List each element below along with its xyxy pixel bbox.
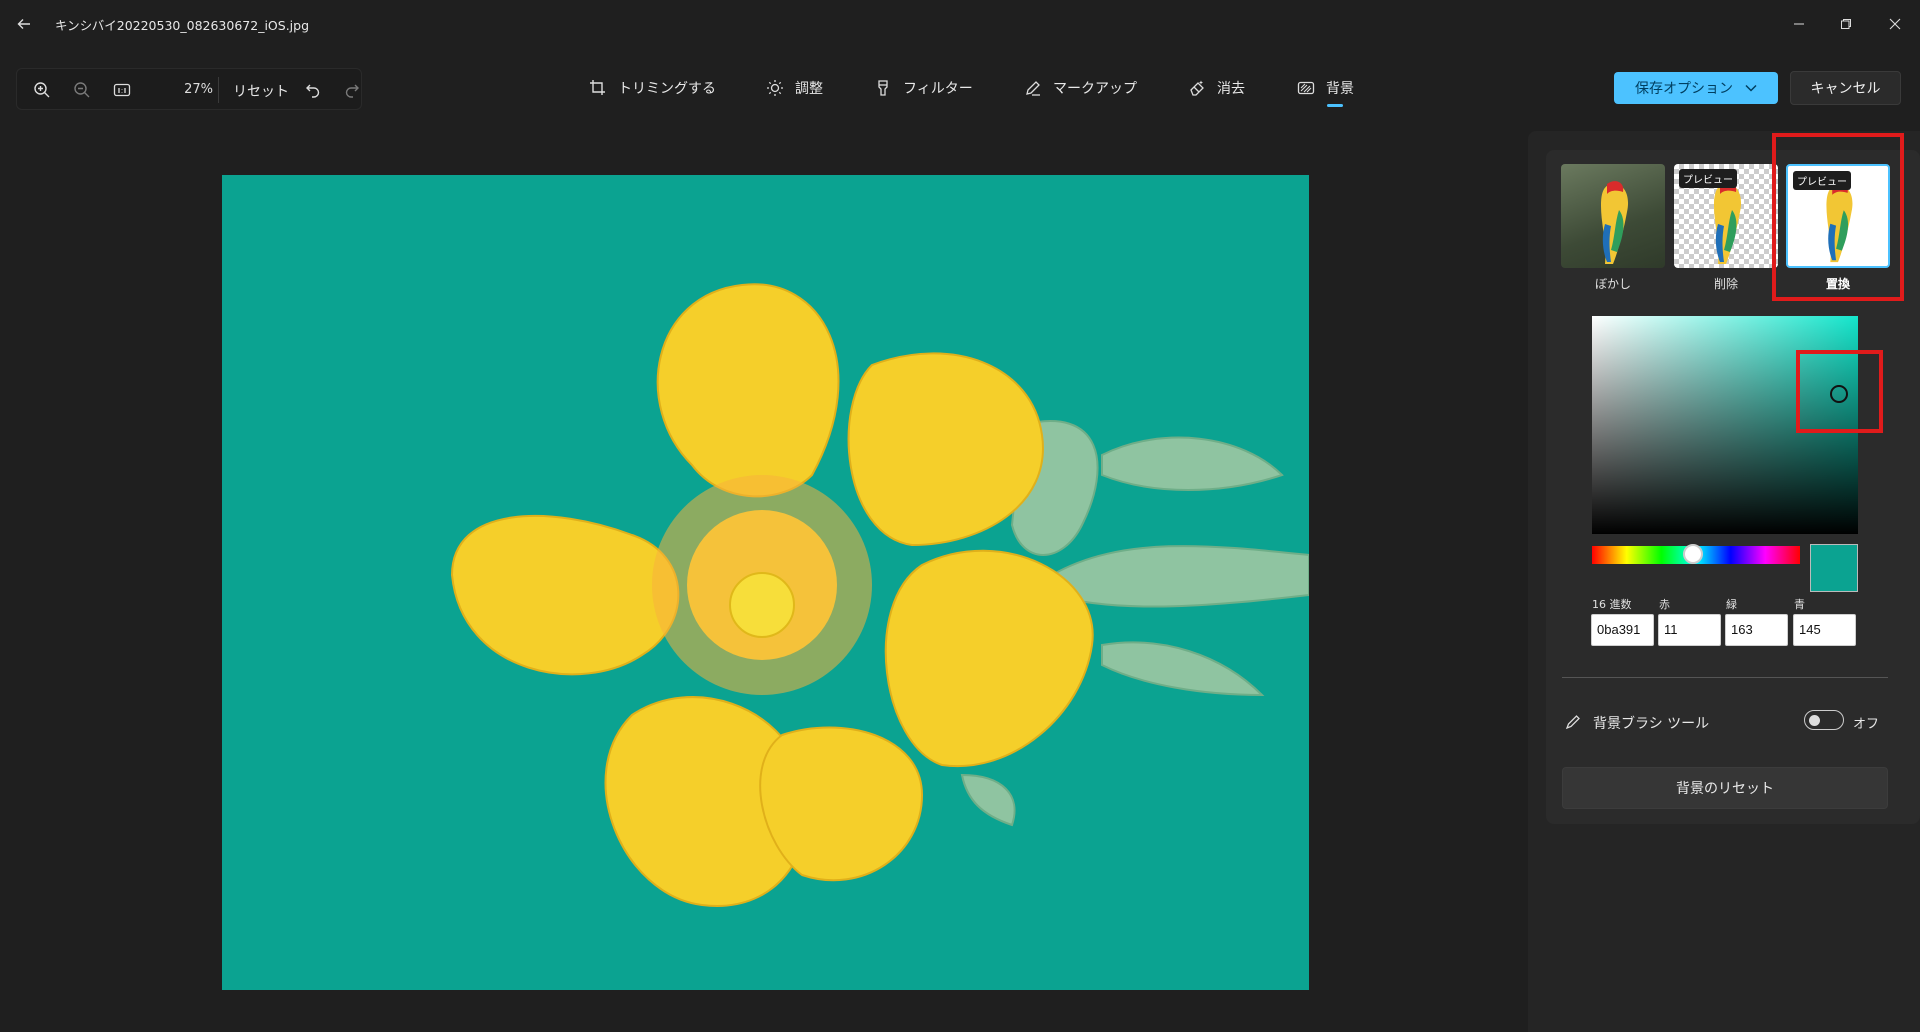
back-button[interactable]: [12, 12, 36, 36]
blur-option[interactable]: [1561, 164, 1665, 268]
markup-pen-icon: [1023, 78, 1043, 98]
undo-button[interactable]: [300, 77, 326, 103]
red-label: 赤: [1659, 598, 1670, 611]
chevron-down-icon: [1745, 84, 1757, 92]
close-icon: [1889, 18, 1901, 30]
photos-editor-app: キンシバイ20220530_082630672_iOS.jpg 27% リセット: [0, 0, 1920, 1032]
zoom-in-icon: [34, 82, 50, 98]
window-title: キンシバイ20220530_082630672_iOS.jpg: [55, 18, 310, 33]
toggle-knob: [1809, 715, 1820, 726]
image-canvas[interactable]: [222, 175, 1309, 990]
tab-crop-label: トリミングする: [618, 81, 716, 97]
tab-markup[interactable]: マークアップ: [1023, 74, 1137, 102]
erase-icon: [1187, 78, 1207, 98]
zoom-toolbar: 27% リセット: [16, 68, 362, 110]
blue-field[interactable]: 145: [1793, 614, 1856, 646]
zoom-out-icon: [74, 82, 90, 98]
back-arrow-icon: [17, 19, 30, 29]
tab-erase-label: 消去: [1217, 81, 1245, 97]
highlight-box-replace: [1772, 133, 1904, 301]
toolbar-divider: [218, 77, 219, 103]
remove-option[interactable]: プレビュー: [1674, 164, 1778, 268]
minimize-button[interactable]: [1776, 8, 1822, 40]
background-icon: [1296, 78, 1316, 98]
redo-button[interactable]: [339, 77, 365, 103]
tab-adjust[interactable]: 調整: [765, 74, 823, 102]
actual-size-button[interactable]: [109, 77, 135, 103]
red-field[interactable]: 11: [1658, 614, 1721, 646]
blue-label: 青: [1794, 598, 1805, 611]
brightness-icon: [765, 78, 785, 98]
toggle-state-label: オフ: [1853, 717, 1880, 732]
tab-background-label: 背景: [1326, 81, 1354, 97]
brush-tool-toggle[interactable]: [1804, 710, 1844, 730]
title-bar: キンシバイ20220530_082630672_iOS.jpg: [0, 0, 1920, 48]
remove-option-label: 削除: [1713, 277, 1738, 291]
blur-option-label: ぼかし: [1594, 277, 1631, 291]
restore-icon: [1841, 19, 1851, 29]
hex-field[interactable]: 0ba391: [1591, 614, 1654, 646]
redo-icon: [345, 84, 359, 98]
tab-markup-label: マークアップ: [1053, 81, 1137, 97]
green-field[interactable]: 163: [1725, 614, 1788, 646]
cancel-button[interactable]: キャンセル: [1790, 71, 1901, 105]
highlight-box-picker: [1796, 350, 1883, 433]
active-tab-indicator: [1327, 104, 1343, 107]
actual-size-icon: [113, 83, 131, 97]
reset-background-button[interactable]: 背景のリセット: [1562, 767, 1888, 809]
zoom-level: 27%: [184, 82, 213, 97]
tab-adjust-label: 調整: [795, 81, 823, 97]
brush-icon: [1563, 712, 1583, 732]
zoom-out-button[interactable]: [69, 77, 95, 103]
tab-crop[interactable]: トリミングする: [588, 74, 716, 102]
flower-photo: [450, 283, 1309, 907]
preview-tag: プレビュー: [1679, 169, 1737, 188]
undo-icon: [306, 84, 320, 98]
close-button[interactable]: [1872, 8, 1918, 40]
filter-icon: [873, 78, 893, 98]
tab-filter-label: フィルター: [903, 81, 973, 97]
background-brush-tool-label: 背景ブラシ ツール: [1593, 716, 1710, 732]
save-options-button[interactable]: 保存オプション: [1614, 72, 1778, 104]
hue-slider-thumb[interactable]: [1683, 544, 1703, 564]
reset-button[interactable]: リセット: [233, 81, 289, 101]
tab-erase[interactable]: 消去: [1187, 74, 1245, 102]
zoom-in-button[interactable]: [29, 77, 55, 103]
tab-background[interactable]: 背景: [1296, 74, 1354, 102]
hex-label: 16 進数: [1592, 598, 1632, 611]
tab-filter[interactable]: フィルター: [873, 74, 973, 102]
color-swatch: [1810, 544, 1858, 592]
crop-icon: [588, 78, 608, 98]
parrot-thumbnail: [1601, 181, 1629, 264]
panel-divider: [1562, 677, 1888, 678]
save-options-label: 保存オプション: [1635, 81, 1733, 97]
restore-button[interactable]: [1823, 8, 1869, 40]
green-label: 緑: [1726, 598, 1737, 611]
minimize-icon: [1794, 23, 1804, 25]
